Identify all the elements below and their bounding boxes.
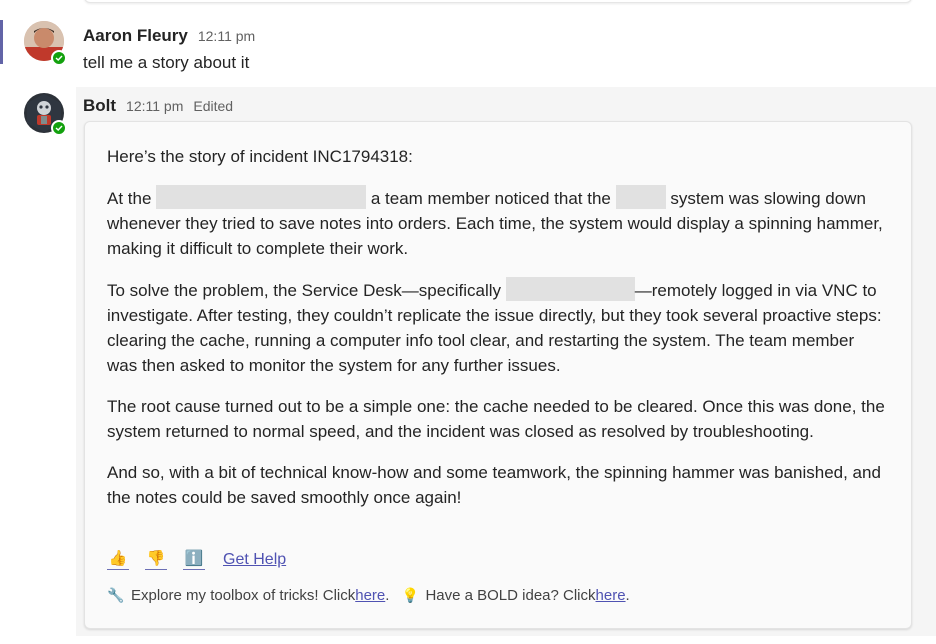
idea-text: Have a BOLD idea? Click <box>425 587 596 604</box>
unread-accent-bar <box>0 20 3 64</box>
bot-response-card: Here’s the story of incident INC1794318:… <box>84 121 912 629</box>
wrench-icon: 🔧 <box>107 587 125 603</box>
available-status-icon <box>51 50 67 66</box>
author-name[interactable]: Aaron Fleury <box>83 26 188 46</box>
toolbox-text: Explore my toolbox of tricks! Click <box>131 587 356 604</box>
thumbs-down-icon[interactable]: 👎 <box>145 549 167 570</box>
timestamp: 12:11 pm <box>126 98 184 114</box>
previous-message-card <box>84 0 912 3</box>
period: . <box>625 587 630 604</box>
story-paragraph-4: And so, with a bit of technical know-how… <box>107 463 881 507</box>
card-footer: 🔧 Explore my toolbox of tricks! Click he… <box>107 587 630 604</box>
get-help-link[interactable]: Get Help <box>223 551 286 569</box>
lightbulb-icon: 💡 <box>401 587 420 603</box>
chat-thread: Aaron Fleury 12:11 pm tell me a story ab… <box>0 0 936 644</box>
feedback-actions: 👍 👎 ℹ️ Get Help <box>107 549 286 570</box>
edited-label: Edited <box>193 98 234 114</box>
info-icon[interactable]: ℹ️ <box>183 549 205 570</box>
redacted-block <box>615 185 666 209</box>
redacted-block <box>156 185 367 209</box>
message-text: tell me a story about it <box>83 53 250 72</box>
idea-here-link[interactable]: here <box>596 587 626 604</box>
text-run: At the <box>107 189 157 208</box>
card-body: Here’s the story of incident INC1794318:… <box>107 144 889 526</box>
story-paragraph-2: To solve the problem, the Service Desk—s… <box>107 277 889 378</box>
redacted-block <box>505 277 635 301</box>
thumbs-up-icon[interactable]: 👍 <box>107 549 129 570</box>
timestamp: 12:11 pm <box>197 28 256 44</box>
author-name[interactable]: Bolt <box>83 96 116 116</box>
available-status-icon <box>51 120 67 136</box>
text-run: To solve the problem, the Service Desk—s… <box>107 281 506 300</box>
text-run: a team member noticed that the <box>366 189 616 208</box>
message-header: Bolt 12:11 pm Edited <box>83 96 233 116</box>
story-paragraph-1: At the a team member noticed that the sy… <box>107 185 889 261</box>
message-header: Aaron Fleury 12:11 pm <box>83 26 255 46</box>
toolbox-here-link[interactable]: here <box>355 587 385 604</box>
period: . <box>385 587 390 604</box>
story-paragraph-3: The root cause turned out to be a simple… <box>107 397 885 441</box>
story-intro: Here’s the story of incident INC1794318: <box>107 147 413 166</box>
